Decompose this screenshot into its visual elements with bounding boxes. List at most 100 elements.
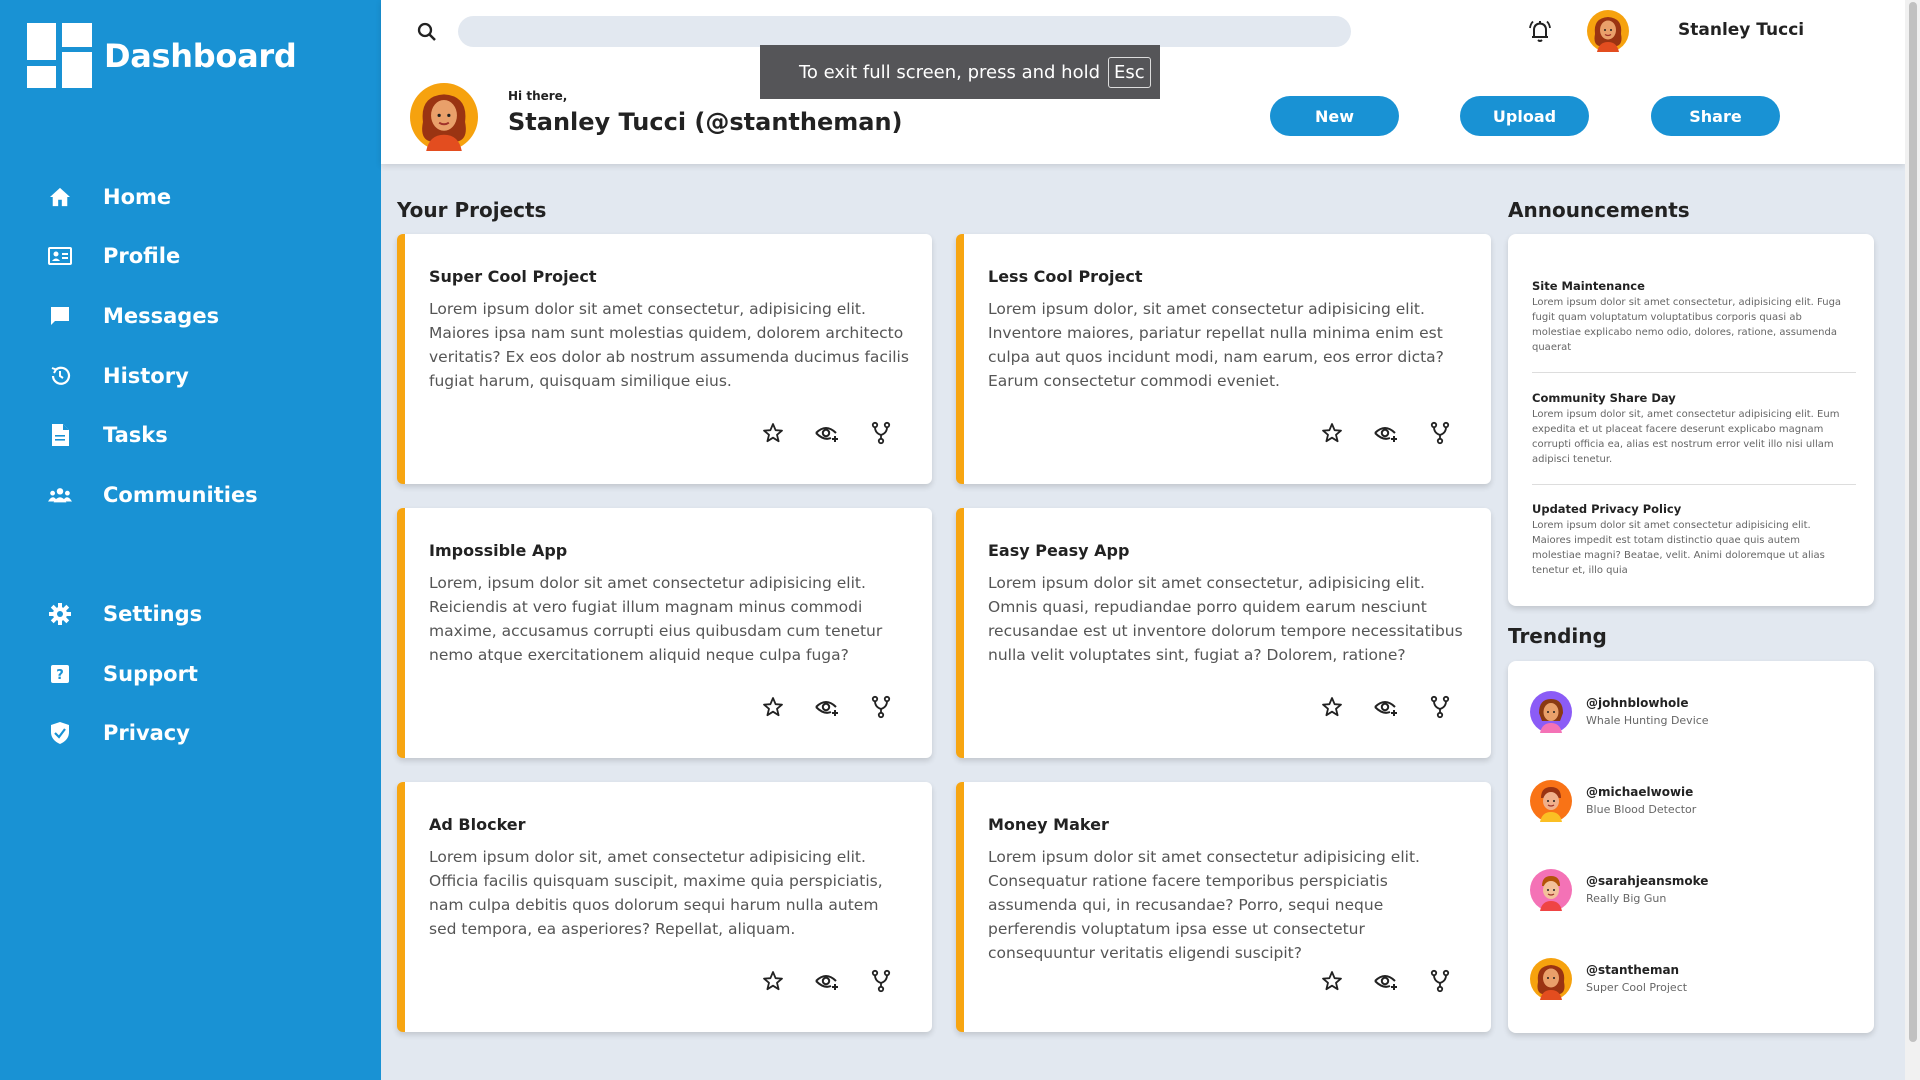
- avatar: [1530, 780, 1572, 822]
- sidebar-item-label: Settings: [103, 602, 203, 626]
- people-icon: [48, 483, 72, 507]
- avatar: [1530, 869, 1572, 911]
- sidebar: Dashboard Home Profile Messages History …: [0, 0, 381, 1080]
- fork-icon[interactable]: [1427, 968, 1453, 994]
- fork-icon[interactable]: [868, 968, 894, 994]
- profile-avatar: [410, 83, 478, 151]
- sidebar-item-messages[interactable]: Messages: [48, 298, 219, 334]
- project-title: Impossible App: [429, 541, 568, 560]
- announcements-panel: Site Maintenance Lorem ipsum dolor sit a…: [1508, 234, 1874, 606]
- trending-project: Super Cool Project: [1586, 981, 1688, 994]
- home-icon: [48, 185, 72, 209]
- fork-icon[interactable]: [1427, 420, 1453, 446]
- project-title: Less Cool Project: [988, 267, 1143, 286]
- fork-icon[interactable]: [868, 420, 894, 446]
- sidebar-item-label: Profile: [103, 244, 181, 268]
- announcement-text: Lorem ipsum dolor sit amet consectetur, …: [1532, 297, 1842, 353]
- trending-handle: @sarahjeansmoke: [1586, 874, 1709, 888]
- divider: [1532, 484, 1856, 485]
- watch-icon[interactable]: [814, 968, 840, 994]
- sidebar-item-tasks[interactable]: Tasks: [48, 417, 168, 453]
- brand-title: Dashboard: [104, 36, 297, 75]
- watch-icon[interactable]: [1373, 968, 1399, 994]
- upload-button[interactable]: Upload: [1460, 96, 1589, 136]
- project-card[interactable]: Super Cool Project Lorem ipsum dolor sit …: [397, 234, 932, 484]
- trending-title: Trending: [1508, 624, 1607, 648]
- star-icon[interactable]: [760, 420, 786, 446]
- project-card[interactable]: Less Cool Project Lorem ipsum dolor, sit …: [956, 234, 1491, 484]
- announcement-text: Lorem ipsum dolor sit, amet consectetur …: [1532, 409, 1840, 465]
- scrollbar-thumb[interactable]: [1909, 2, 1917, 1042]
- sidebar-item-profile[interactable]: Profile: [48, 238, 180, 274]
- new-button[interactable]: New: [1270, 96, 1399, 136]
- fork-icon[interactable]: [868, 694, 894, 720]
- project-title: Money Maker: [988, 815, 1109, 834]
- shield-icon: [48, 721, 72, 745]
- dashboard-logo-icon: [27, 23, 92, 88]
- star-icon[interactable]: [760, 968, 786, 994]
- sidebar-item-history[interactable]: History: [48, 358, 189, 394]
- announcement-item[interactable]: Updated Privacy Policy Lorem ipsum dolor…: [1532, 502, 1852, 578]
- header-username[interactable]: Stanley Tucci: [1678, 20, 1804, 40]
- announcement-title: Site Maintenance: [1532, 279, 1645, 293]
- message-icon: [48, 304, 72, 328]
- profile-name: Stanley Tucci (@stantheman): [508, 108, 903, 136]
- fullscreen-toast: To exit full screen, press and hold Esc: [760, 45, 1160, 99]
- trending-handle: @michaelwowie: [1586, 785, 1694, 799]
- project-description: Lorem ipsum dolor sit amet consectetur a…: [988, 848, 1420, 962]
- star-icon[interactable]: [1319, 420, 1345, 446]
- avatar: [1530, 958, 1572, 1000]
- sidebar-item-label: Privacy: [103, 721, 190, 745]
- project-description: Lorem, ipsum dolor sit amet consectetur …: [429, 574, 883, 664]
- project-card[interactable]: Money Maker Lorem ipsum dolor sit amet co…: [956, 782, 1491, 1032]
- sidebar-item-settings[interactable]: Settings: [48, 596, 202, 632]
- toast-key: Esc: [1108, 56, 1151, 88]
- project-title: Ad Blocker: [429, 815, 526, 834]
- project-title: Easy Peasy App: [988, 541, 1130, 560]
- brand[interactable]: Dashboard: [27, 23, 297, 88]
- search-icon[interactable]: [413, 18, 441, 46]
- avatar: [1530, 691, 1572, 733]
- watch-icon[interactable]: [1373, 694, 1399, 720]
- sidebar-item-support[interactable]: ? Support: [48, 656, 198, 692]
- project-description: Lorem ipsum dolor sit amet consectetur, …: [429, 300, 909, 390]
- announcement-item[interactable]: Site Maintenance Lorem ipsum dolor sit a…: [1532, 279, 1852, 355]
- project-description: Lorem ipsum dolor sit amet consectetur, …: [988, 574, 1463, 664]
- announcement-title: Updated Privacy Policy: [1532, 502, 1682, 516]
- search-input[interactable]: [458, 16, 1351, 47]
- sidebar-item-communities[interactable]: Communities: [48, 477, 258, 513]
- star-icon[interactable]: [760, 694, 786, 720]
- trending-project: Whale Hunting Device: [1586, 714, 1709, 727]
- trending-project: Blue Blood Detector: [1586, 803, 1697, 816]
- announcement-text: Lorem ipsum dolor sit amet consectetur a…: [1532, 520, 1825, 576]
- announcement-item[interactable]: Community Share Day Lorem ipsum dolor si…: [1532, 391, 1852, 467]
- sidebar-item-label: Support: [103, 662, 198, 686]
- watch-icon[interactable]: [1373, 420, 1399, 446]
- share-button[interactable]: Share: [1651, 96, 1780, 136]
- watch-icon[interactable]: [814, 420, 840, 446]
- gear-icon: [48, 602, 72, 626]
- greeting-text: Hi there,: [508, 89, 568, 103]
- help-icon: ?: [48, 662, 72, 686]
- announcements-title: Announcements: [1508, 198, 1690, 222]
- project-description: Lorem ipsum dolor sit, amet consectetur …: [429, 848, 883, 938]
- star-icon[interactable]: [1319, 968, 1345, 994]
- sidebar-item-label: Tasks: [103, 423, 168, 447]
- trending-handle: @stantheman: [1586, 963, 1680, 977]
- sidebar-item-home[interactable]: Home: [48, 179, 171, 215]
- bell-icon[interactable]: [1525, 16, 1555, 46]
- trending-project: Really Big Gun: [1586, 892, 1667, 905]
- sidebar-item-privacy[interactable]: Privacy: [48, 715, 190, 751]
- avatar[interactable]: [1587, 10, 1629, 52]
- project-card[interactable]: Ad Blocker Lorem ipsum dolor sit, amet co…: [397, 782, 932, 1032]
- project-card[interactable]: Impossible App Lorem, ipsum dolor sit ame…: [397, 508, 932, 758]
- watch-icon[interactable]: [814, 694, 840, 720]
- project-description: Lorem ipsum dolor, sit amet consectetur …: [988, 300, 1444, 390]
- sidebar-item-label: Messages: [103, 304, 220, 328]
- fork-icon[interactable]: [1427, 694, 1453, 720]
- project-card[interactable]: Easy Peasy App Lorem ipsum dolor sit amet…: [956, 508, 1491, 758]
- star-icon[interactable]: [1319, 694, 1345, 720]
- sidebar-item-label: History: [103, 364, 189, 388]
- trending-panel: @johnblowhole Whale Hunting Device @mich…: [1508, 661, 1874, 1033]
- project-title: Super Cool Project: [429, 267, 597, 286]
